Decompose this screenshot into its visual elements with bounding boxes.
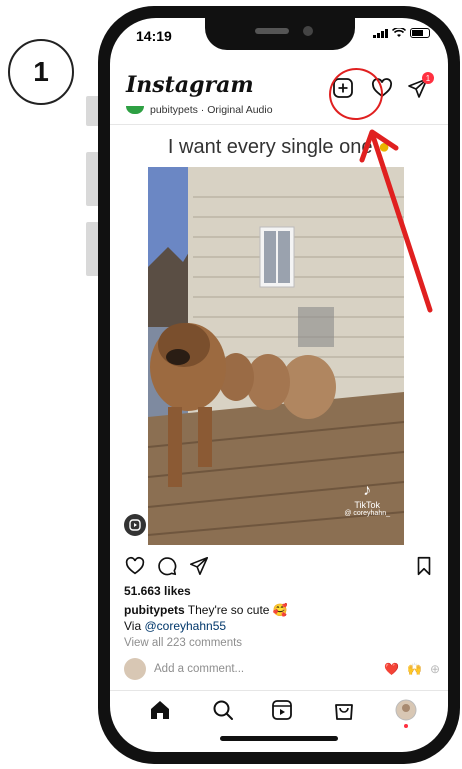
- post-actions: [124, 555, 434, 579]
- wifi-icon: [392, 28, 406, 37]
- comment-input[interactable]: Add a comment...: [154, 663, 376, 675]
- bottom-nav: [110, 698, 448, 728]
- phone-notch: [205, 18, 355, 50]
- nav-divider: [110, 690, 448, 691]
- caption-author[interactable]: pubitypets: [124, 603, 185, 617]
- mention-link[interactable]: @coreyhahn55: [144, 619, 226, 633]
- instagram-logo: Instagram: [126, 72, 254, 98]
- quick-emoji-heart[interactable]: ❤️: [384, 662, 399, 676]
- post-caption: pubitypets They're so cute 🥰: [124, 603, 288, 617]
- shop-icon[interactable]: [332, 698, 356, 722]
- header-divider: [110, 124, 448, 125]
- likes-count[interactable]: 51.663 likes: [124, 584, 191, 598]
- home-indicator: [220, 736, 338, 741]
- signal-icon: [373, 28, 388, 38]
- via-line: Via @coreyhahn55: [124, 619, 227, 633]
- profile-avatar-icon: [395, 699, 417, 721]
- author-avatar: [126, 106, 144, 114]
- add-emoji-icon[interactable]: ⊕: [430, 662, 440, 676]
- battery-icon: [410, 28, 430, 38]
- app-header: Instagram 1: [110, 68, 448, 108]
- reels-icon[interactable]: [270, 698, 294, 722]
- profile-tab[interactable]: [394, 698, 418, 728]
- tiktok-watermark: ♪ TikTok @ coreyhahn_: [344, 482, 390, 517]
- status-icons: [373, 28, 430, 38]
- step-number-badge: 1: [8, 39, 74, 105]
- bookmark-icon[interactable]: [414, 555, 434, 577]
- like-heart-icon[interactable]: [124, 555, 146, 577]
- user-avatar: [124, 658, 146, 680]
- comment-row: Add a comment... ❤️ 🙌 ⊕: [124, 657, 440, 681]
- post-video[interactable]: ♪ TikTok @ coreyhahn_: [148, 167, 404, 545]
- search-icon[interactable]: [211, 698, 235, 722]
- audio-label: pubitypets · Original Audio: [150, 104, 273, 116]
- reel-badge-icon: [124, 514, 146, 536]
- status-time: 14:19: [136, 28, 172, 44]
- direct-message-button[interactable]: 1: [406, 72, 434, 100]
- video-caption-overlay: I want every single one ●: [167, 136, 391, 158]
- profile-notification-dot: [404, 724, 408, 728]
- quick-emoji-raised-hands[interactable]: 🙌: [407, 662, 422, 676]
- share-icon[interactable]: [188, 555, 210, 577]
- home-icon[interactable]: [148, 698, 172, 722]
- phone-frame: 14:19 Instagram 1 pubitypets · Original …: [98, 6, 460, 764]
- post-audio-row[interactable]: pubitypets · Original Audio: [126, 104, 273, 116]
- dm-badge: 1: [422, 72, 434, 84]
- view-comments-link[interactable]: View all 223 comments: [124, 637, 242, 649]
- comment-icon[interactable]: [156, 555, 178, 577]
- phone-screen: 14:19 Instagram 1 pubitypets · Original …: [110, 18, 448, 752]
